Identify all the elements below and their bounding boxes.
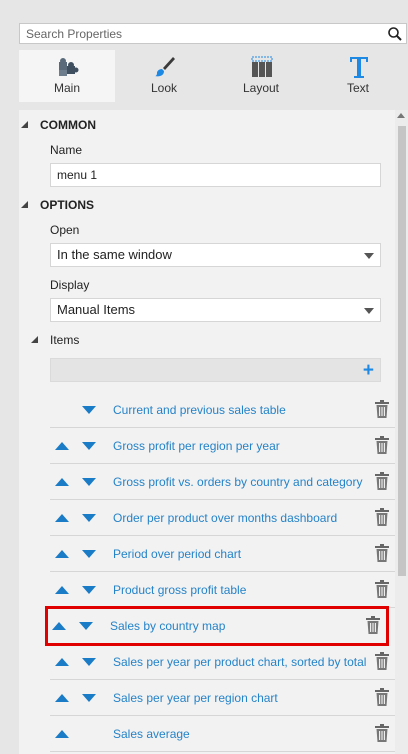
trash-icon[interactable]	[375, 472, 389, 490]
move-up-icon[interactable]	[55, 550, 69, 558]
move-down-icon[interactable]	[82, 658, 96, 666]
list-item[interactable]: Sales per year per region chart	[50, 680, 396, 716]
list-item-label[interactable]: Sales per year per product chart, sorted…	[113, 655, 366, 669]
list-item[interactable]: Gross profit vs. orders by country and c…	[50, 464, 396, 500]
display-label: Display	[50, 278, 90, 292]
collapse-items-icon[interactable]	[31, 336, 38, 343]
list-item-label[interactable]: Sales average	[113, 727, 190, 741]
common-section-header: COMMON	[40, 118, 96, 132]
list-item[interactable]: Sales per year per product chart, sorted…	[50, 644, 396, 680]
properties-panel: COMMON Name menu 1 OPTIONS Open In the s…	[19, 110, 408, 754]
move-up-icon[interactable]	[55, 478, 69, 486]
move-down-icon[interactable]	[82, 694, 96, 702]
search-box[interactable]	[19, 23, 407, 44]
trash-icon[interactable]	[375, 688, 389, 706]
list-item[interactable]: Product gross profit table	[50, 572, 396, 608]
list-item-label[interactable]: Gross profit per region per year	[113, 439, 280, 453]
move-down-icon[interactable]	[82, 586, 96, 594]
list-item-label[interactable]: Product gross profit table	[113, 583, 246, 597]
move-up-icon[interactable]	[55, 694, 69, 702]
open-dropdown[interactable]: In the same window	[50, 243, 381, 267]
display-dropdown-value: Manual Items	[57, 302, 136, 317]
layout-grid-icon	[251, 56, 273, 77]
open-label: Open	[50, 223, 80, 237]
collapse-options-icon[interactable]	[21, 201, 28, 208]
trash-icon[interactable]	[375, 652, 389, 670]
move-up-icon[interactable]	[55, 658, 69, 666]
move-up-icon[interactable]	[55, 586, 69, 594]
list-item[interactable]: Current and previous sales table	[50, 392, 396, 428]
list-item[interactable]: Order per product over months dashboard	[50, 500, 396, 536]
tab-text-label: Text	[346, 81, 369, 95]
scrollbar-thumb[interactable]	[398, 126, 406, 576]
brush-icon	[155, 57, 175, 77]
list-item-label[interactable]: Order per product over months dashboard	[113, 511, 337, 525]
move-up-icon[interactable]	[55, 442, 69, 450]
collapse-common-icon[interactable]	[21, 121, 28, 128]
list-item[interactable]: Period over period chart	[50, 536, 396, 572]
property-tabs: Main Look Layout Text	[19, 50, 407, 102]
trash-icon[interactable]	[375, 724, 389, 742]
open-dropdown-value: In the same window	[57, 247, 172, 262]
tab-text[interactable]: Text	[310, 50, 406, 102]
list-item[interactable]: Sales average	[50, 716, 396, 752]
add-item-bar: +	[50, 358, 381, 382]
trash-icon[interactable]	[366, 616, 380, 634]
search-input[interactable]	[20, 24, 370, 43]
tab-look[interactable]: Look	[116, 50, 212, 102]
move-up-icon[interactable]	[52, 622, 66, 630]
puzzle-icon	[59, 58, 79, 76]
move-down-icon[interactable]	[82, 550, 96, 558]
tab-look-label: Look	[150, 81, 178, 95]
items-label: Items	[50, 333, 80, 347]
list-item-label[interactable]: Period over period chart	[113, 547, 241, 561]
move-down-icon[interactable]	[82, 514, 96, 522]
text-t-icon	[350, 57, 368, 78]
move-down-icon[interactable]	[79, 622, 93, 630]
move-up-icon[interactable]	[55, 514, 69, 522]
tab-layout[interactable]: Layout	[213, 50, 309, 102]
trash-icon[interactable]	[375, 544, 389, 562]
move-up-icon[interactable]	[55, 730, 69, 738]
list-item-label[interactable]: Sales by country map	[110, 619, 225, 633]
scrollbar[interactable]	[395, 110, 408, 754]
tab-main-label: Main	[53, 81, 80, 95]
chevron-down-icon	[364, 253, 374, 259]
tab-main[interactable]: Main	[19, 50, 115, 102]
list-item-label[interactable]: Gross profit vs. orders by country and c…	[113, 475, 362, 489]
name-field[interactable]: menu 1	[50, 163, 381, 187]
list-item-label[interactable]: Current and previous sales table	[113, 403, 286, 417]
add-item-button[interactable]: +	[363, 361, 374, 380]
move-down-icon[interactable]	[82, 478, 96, 486]
move-down-icon[interactable]	[82, 442, 96, 450]
chevron-down-icon	[364, 308, 374, 314]
list-item[interactable]: Sales by country map	[45, 606, 389, 646]
search-icon[interactable]	[386, 25, 404, 43]
trash-icon[interactable]	[375, 400, 389, 418]
list-item-label[interactable]: Sales per year per region chart	[113, 691, 278, 705]
trash-icon[interactable]	[375, 580, 389, 598]
tab-layout-label: Layout	[242, 81, 280, 95]
trash-icon[interactable]	[375, 436, 389, 454]
options-section-header: OPTIONS	[40, 198, 95, 212]
scroll-up-icon[interactable]	[397, 113, 405, 118]
trash-icon[interactable]	[375, 508, 389, 526]
name-label: Name	[50, 143, 83, 157]
list-item[interactable]: Gross profit per region per year	[50, 428, 396, 464]
move-down-icon[interactable]	[82, 406, 96, 414]
display-dropdown[interactable]: Manual Items	[50, 298, 381, 322]
